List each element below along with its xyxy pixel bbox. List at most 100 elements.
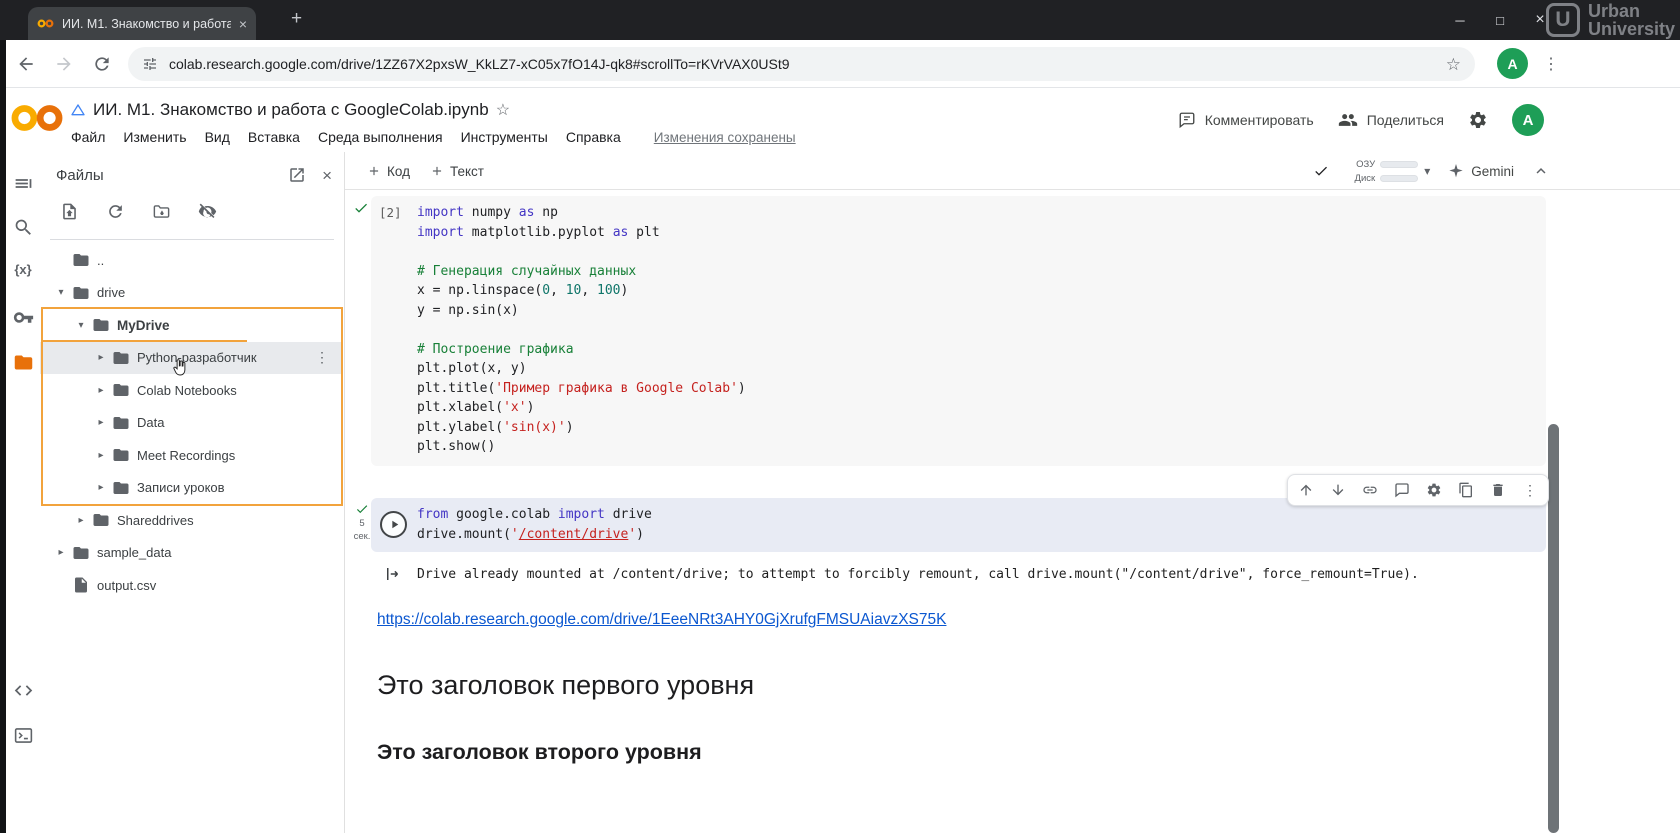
comment-button[interactable]: Комментировать: [1178, 111, 1314, 129]
mirror-cell-icon[interactable]: [1450, 474, 1482, 506]
chevron-right-icon[interactable]: ▸: [94, 482, 108, 493]
tree-item-python-razrabotchik[interactable]: ▸Python-разработчик⋮: [40, 342, 343, 375]
folder-icon: [92, 511, 110, 529]
code-line: from google.colab import drive: [417, 505, 1546, 525]
tree-item-sample-data[interactable]: ▸sample_data: [40, 537, 343, 570]
share-button[interactable]: Поделиться: [1338, 110, 1444, 130]
browser-menu-icon[interactable]: ⋮: [1543, 54, 1559, 74]
chevron-right-icon[interactable]: ▸: [94, 417, 108, 428]
menu-view[interactable]: Вид: [196, 129, 239, 145]
move-cell-down-icon[interactable]: [1322, 474, 1354, 506]
item-menu-icon[interactable]: ⋮: [315, 349, 343, 366]
cell-settings-gear-icon[interactable]: [1418, 474, 1450, 506]
markdown-link[interactable]: https://colab.research.google.com/drive/…: [377, 611, 946, 629]
hide-panel-eye-icon[interactable]: [198, 202, 217, 221]
menu-insert[interactable]: Вставка: [239, 129, 309, 145]
code-snippets-icon[interactable]: [6, 680, 40, 701]
star-notebook-icon[interactable]: ☆: [496, 100, 510, 120]
browser-navbar: colab.research.google.com/drive/1ZZ67X2p…: [0, 40, 1680, 88]
menu-file[interactable]: Файл: [62, 129, 114, 145]
tree-item-parent-dir[interactable]: ..: [40, 244, 343, 277]
browser-avatar[interactable]: A: [1497, 48, 1528, 79]
left-icon-strip: {x}: [6, 152, 40, 833]
code-editor[interactable]: from google.colab import drivedrive.moun…: [417, 505, 1546, 545]
tree-item-drive[interactable]: ▾drive: [40, 277, 343, 310]
account-avatar[interactable]: A: [1512, 104, 1544, 136]
back-button[interactable]: [16, 54, 36, 74]
tree-item-data[interactable]: ▸Data: [40, 407, 343, 440]
run-cell-button[interactable]: [380, 511, 407, 538]
divider: [50, 239, 334, 240]
copy-cell-link-icon[interactable]: [1354, 474, 1386, 506]
file-icon: [72, 576, 90, 594]
files-folder-icon[interactable]: [6, 352, 40, 373]
tree-item-shareddrives[interactable]: ▸Shareddrives: [40, 504, 343, 537]
chevron-down-icon[interactable]: ▾: [74, 320, 88, 331]
mount-drive-icon[interactable]: [152, 202, 171, 221]
window-edge: [0, 40, 6, 833]
menu-edit[interactable]: Изменить: [114, 129, 195, 145]
search-icon[interactable]: [6, 217, 40, 238]
add-text-label: Текст: [450, 164, 484, 179]
move-cell-up-icon[interactable]: [1290, 474, 1322, 506]
tree-item-colab-notebooks[interactable]: ▸Colab Notebooks: [40, 374, 343, 407]
save-status[interactable]: Изменения сохранены: [654, 130, 796, 145]
colab-header: ИИ. М1. Знакомство и работа с GoogleCola…: [0, 88, 1680, 152]
terminal-icon[interactable]: [6, 725, 40, 746]
table-of-contents-icon[interactable]: [6, 173, 40, 194]
share-label: Поделиться: [1367, 112, 1444, 128]
code-cell-1[interactable]: [2] import numpy as npimport matplotlib.…: [371, 196, 1546, 466]
menu-bar: ФайлИзменитьВидВставкаСреда выполненияИн…: [62, 125, 796, 149]
add-text-cell-button[interactable]: Текст: [430, 164, 484, 179]
delete-cell-icon[interactable]: [1482, 474, 1514, 506]
colab-logo[interactable]: [10, 102, 64, 134]
bookmark-star-icon[interactable]: ☆: [1446, 56, 1461, 73]
watermark-line1: Urban: [1588, 2, 1675, 20]
chevron-right-icon[interactable]: ▸: [94, 385, 108, 396]
chevron-right-icon[interactable]: ▸: [94, 450, 108, 461]
tree-item-meet-recordings[interactable]: ▸Meet Recordings: [40, 439, 343, 472]
resources-button[interactable]: ОЗУ Диск ▾: [1347, 159, 1430, 184]
secrets-key-icon[interactable]: [6, 307, 40, 328]
tree-item-mydrive[interactable]: ▾MyDrive: [40, 309, 343, 342]
folder-icon: [112, 349, 130, 367]
menu-runtime[interactable]: Среда выполнения: [309, 129, 452, 145]
browser-tab[interactable]: ИИ. М1. Знакомство и работа ×: [28, 7, 256, 40]
cell-output: Drive already mounted at /content/drive;…: [371, 556, 1546, 592]
menu-tools[interactable]: Инструменты: [452, 129, 557, 145]
forward-button[interactable]: [54, 54, 74, 74]
code-line: # Генерация случайных данных: [417, 262, 1546, 282]
markdown-heading-1: Это заголовок первого уровня: [377, 670, 754, 701]
settings-gear-icon[interactable]: [1468, 110, 1488, 130]
chevron-right-icon[interactable]: ▸: [94, 352, 108, 363]
more-cell-options-icon[interactable]: ⋮: [1514, 474, 1546, 506]
scrollbar-thumb[interactable]: [1548, 424, 1559, 833]
address-bar[interactable]: colab.research.google.com/drive/1ZZ67X2p…: [128, 47, 1475, 81]
cell-executed-check-icon: [355, 502, 369, 516]
window-maximize-button[interactable]: □: [1480, 13, 1520, 28]
chevron-right-icon[interactable]: ▸: [54, 547, 68, 558]
gemini-button[interactable]: Gemini: [1448, 163, 1514, 179]
add-code-cell-button[interactable]: Код: [367, 164, 410, 179]
code-cell-2[interactable]: from google.colab import drivedrive.moun…: [371, 498, 1546, 552]
notebook-title[interactable]: ИИ. М1. Знакомство и работа с GoogleCola…: [93, 100, 489, 120]
reload-button[interactable]: [92, 54, 112, 74]
variables-icon[interactable]: {x}: [6, 262, 40, 277]
collapse-toolbar-icon[interactable]: [1532, 162, 1550, 180]
upload-file-icon[interactable]: [60, 202, 79, 221]
resources-dropdown-icon[interactable]: ▾: [1424, 164, 1430, 178]
new-tab-button[interactable]: +: [291, 8, 302, 30]
window-minimize-button[interactable]: ─: [1440, 13, 1480, 28]
code-editor[interactable]: import numpy as npimport matplotlib.pypl…: [417, 203, 1546, 457]
menu-help[interactable]: Справка: [557, 129, 630, 145]
site-info-icon[interactable]: [142, 56, 158, 72]
open-panel-in-new-tab-icon[interactable]: [288, 166, 306, 184]
chevron-down-icon[interactable]: ▾: [54, 287, 68, 298]
tree-item-zapisi-urokov[interactable]: ▸Записи уроков: [40, 472, 343, 505]
refresh-files-icon[interactable]: [106, 202, 125, 221]
close-panel-icon[interactable]: ×: [322, 167, 332, 184]
chevron-right-icon[interactable]: ▸: [74, 515, 88, 526]
tree-item-output-csv[interactable]: output.csv: [40, 569, 343, 602]
add-comment-icon[interactable]: [1386, 474, 1418, 506]
tab-close-icon[interactable]: ×: [239, 17, 247, 31]
